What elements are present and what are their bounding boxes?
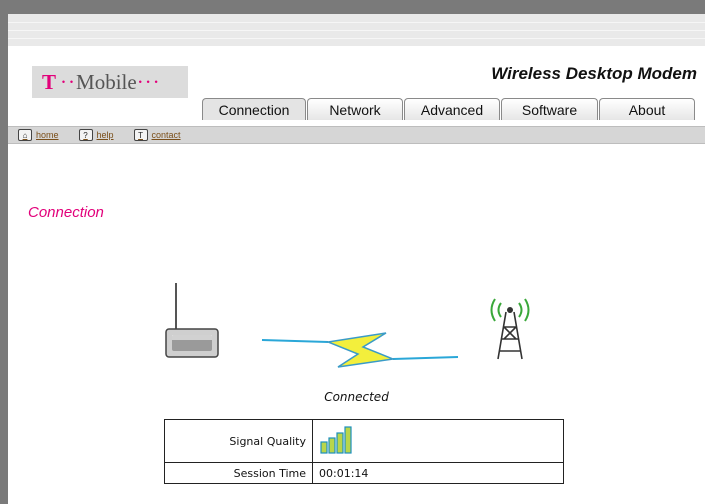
signal-quality-value xyxy=(312,419,564,463)
logo-t: T xyxy=(42,69,57,94)
connection-info-table: Signal Quality Session Time 00:01:14 xyxy=(164,419,564,484)
tab-connection[interactable]: Connection xyxy=(202,98,306,120)
logo-dots-left: ·· xyxy=(60,69,77,94)
lightning-link-icon xyxy=(261,332,459,368)
logo-dots-right: ··· xyxy=(136,69,161,94)
t-mobile-logo: T ·· Mobile ··· xyxy=(32,66,188,98)
home-link[interactable]: ⌂ home xyxy=(18,129,59,141)
tab-network[interactable]: Network xyxy=(307,98,403,120)
tab-bar: Connection Network Advanced Software Abo… xyxy=(202,98,696,120)
signal-quality-label: Signal Quality xyxy=(164,419,313,463)
home-icon: ⌂ xyxy=(18,129,32,141)
header: T ·· Mobile ··· Wireless Desktop Modem C… xyxy=(8,46,705,134)
help-icon: ? xyxy=(78,129,93,141)
help-link-label: help xyxy=(96,130,114,140)
title-band xyxy=(8,14,705,47)
connection-diagram xyxy=(165,283,530,368)
tab-advanced[interactable]: Advanced xyxy=(404,98,500,120)
cell-tower-icon xyxy=(490,298,530,360)
product-title: Wireless Desktop Modem xyxy=(491,64,697,83)
logo-word: Mobile xyxy=(76,69,137,94)
table-row: Session Time 00:01:14 xyxy=(164,462,564,484)
quick-links-bar: ⌂ home ? help T contact xyxy=(8,126,705,144)
session-time-value: 00:01:14 xyxy=(312,462,564,484)
connection-status: Connected xyxy=(324,390,389,404)
tab-about[interactable]: About xyxy=(599,98,695,120)
session-time-label: Session Time xyxy=(164,462,313,484)
contact-link[interactable]: T contact xyxy=(133,129,181,141)
page-title: Connection xyxy=(28,204,104,221)
home-link-label: home xyxy=(36,130,59,140)
t-mobile-icon: T xyxy=(133,129,148,141)
signal-bars-icon xyxy=(320,425,352,454)
modem-icon xyxy=(165,283,219,358)
table-row: Signal Quality xyxy=(164,419,564,463)
app-window: T ·· Mobile ··· Wireless Desktop Modem C… xyxy=(0,0,705,504)
help-link[interactable]: ? help xyxy=(78,129,114,141)
tab-software[interactable]: Software xyxy=(501,98,598,120)
contact-link-label: contact xyxy=(151,130,181,140)
